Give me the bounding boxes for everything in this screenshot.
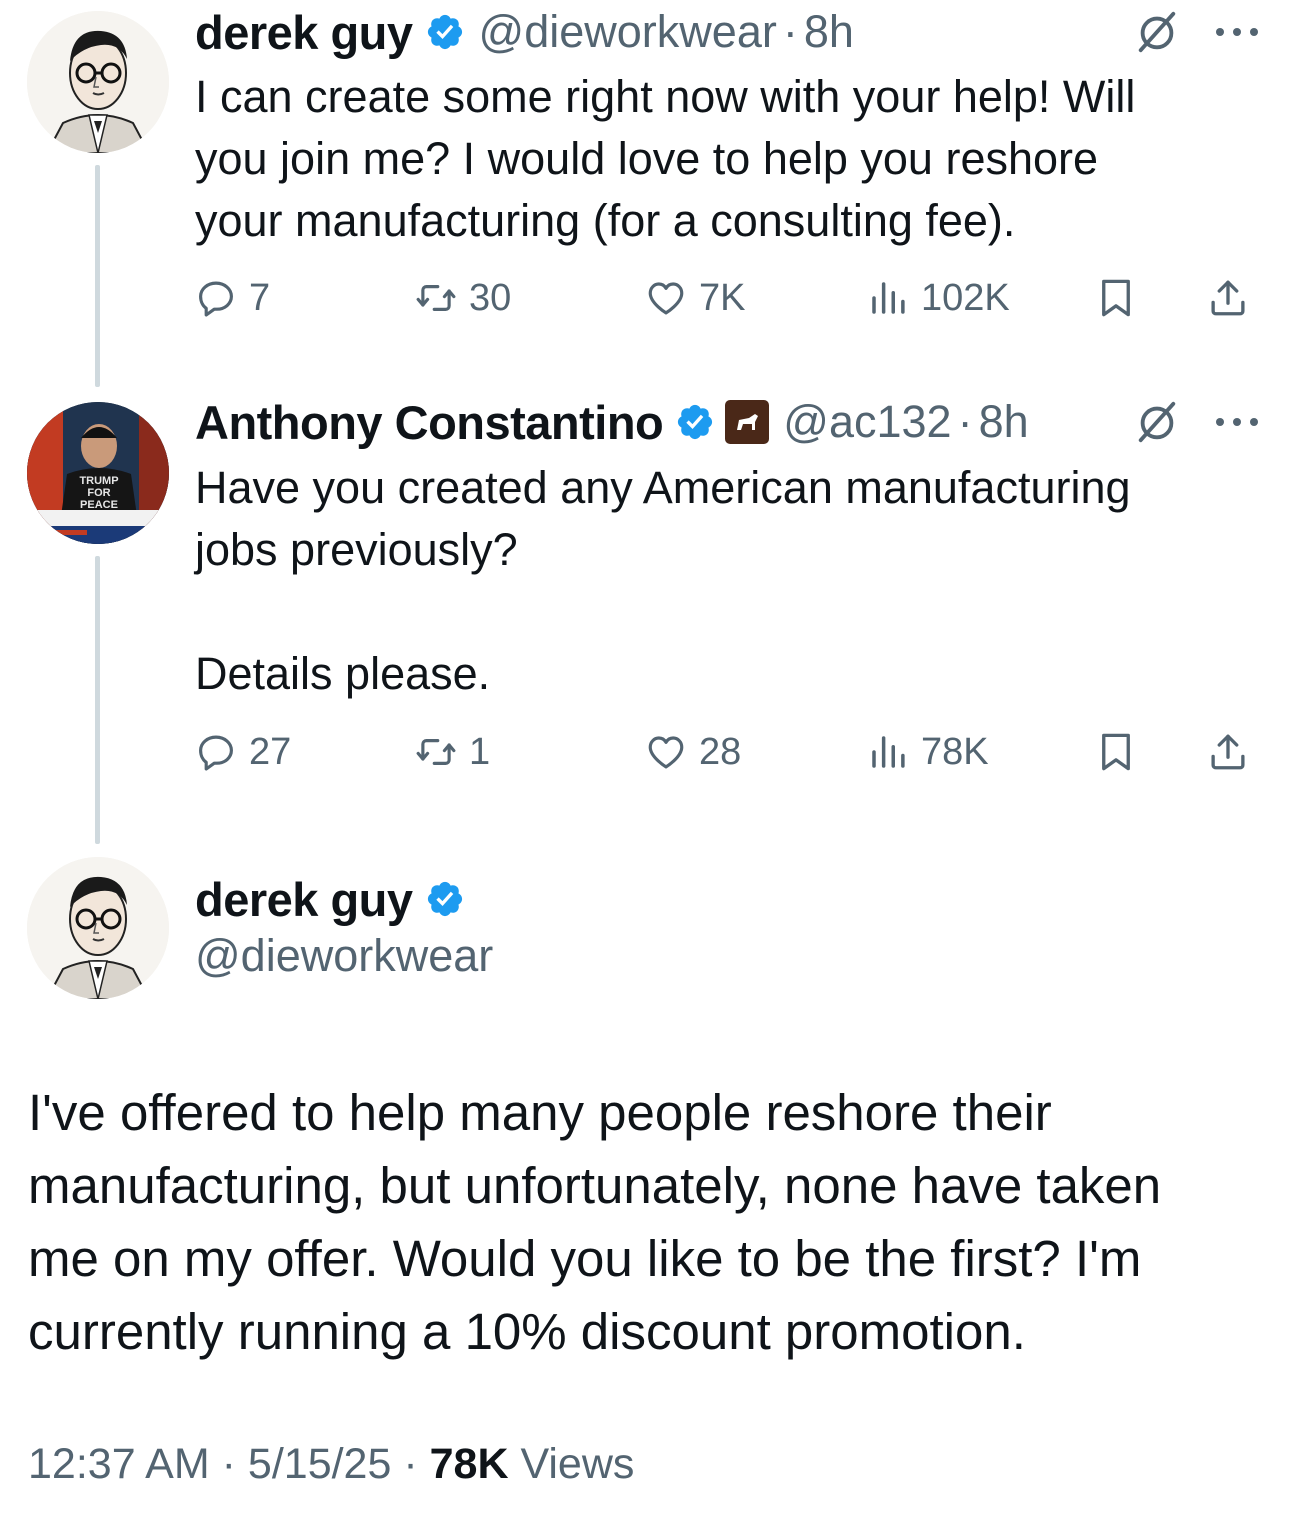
separator-dot: · <box>403 1440 418 1488</box>
verified-badge-icon <box>675 402 715 442</box>
main-tweet-text: I've offered to help many people reshore… <box>28 1084 1162 1360</box>
separator-dot: · <box>957 396 973 447</box>
author-handle[interactable]: @dieworkwear <box>479 6 777 58</box>
shirt-text: FOR <box>87 487 110 499</box>
author-handle[interactable]: @ac132 <box>783 396 951 448</box>
bar-chart-icon <box>867 277 909 319</box>
post-date[interactable]: 5/15/25 <box>248 1440 391 1488</box>
more-dots-icon[interactable] <box>1214 412 1260 432</box>
share-upload-icon <box>1207 277 1249 319</box>
bookmark-icon <box>1095 731 1137 773</box>
avatar[interactable] <box>27 11 169 153</box>
heart-icon <box>645 731 687 773</box>
repost-arrows-icon <box>415 277 457 319</box>
tweet-time[interactable]: 8h <box>804 6 854 58</box>
tweet-meta: 12:37 AM · 5/15/25 · 78K Views <box>28 1440 634 1489</box>
action-bar: 27 1 28 78K <box>195 722 1260 782</box>
tweet-header: Anthony Constantino @ac132 · 8h <box>195 392 1260 452</box>
grok-icon[interactable] <box>1134 399 1180 445</box>
grok-icon[interactable] <box>1134 9 1180 55</box>
avatar[interactable]: TRUMP FOR PEACE <box>27 402 169 544</box>
bookmark-button[interactable] <box>1095 722 1149 782</box>
like-count: 7K <box>699 276 746 319</box>
repost-count: 1 <box>469 730 491 773</box>
author-name[interactable]: derek guy <box>195 5 413 60</box>
views-button[interactable]: 78K <box>867 722 989 782</box>
shirt-text: TRUMP <box>79 475 118 487</box>
repost-arrows-icon <box>415 731 457 773</box>
author-handle[interactable]: @dieworkwear <box>195 930 493 982</box>
repost-count: 30 <box>469 276 512 319</box>
bookmark-button[interactable] <box>1095 268 1149 328</box>
thread-line <box>95 165 100 387</box>
reply-bubble-icon <box>195 277 237 319</box>
tweet-text: Have you created any American manufactur… <box>195 462 1131 699</box>
heart-icon <box>645 277 687 319</box>
affiliate-badge-icon[interactable] <box>725 400 770 444</box>
verified-badge-icon <box>425 879 465 919</box>
post-time[interactable]: 12:37 AM <box>28 1440 210 1488</box>
views-count: 102K <box>921 276 1010 319</box>
views-count: 78K <box>921 730 989 773</box>
share-button[interactable] <box>1207 722 1261 782</box>
views-label: Views <box>520 1440 635 1488</box>
views-button[interactable]: 102K <box>867 268 1010 328</box>
author-name[interactable]: derek guy <box>195 872 413 927</box>
bookmark-icon <box>1095 277 1137 319</box>
share-upload-icon <box>1207 731 1249 773</box>
repost-button[interactable]: 30 <box>415 268 511 328</box>
avatar[interactable] <box>27 857 169 999</box>
thread-line <box>95 556 100 844</box>
verified-badge-icon <box>425 12 465 52</box>
shirt-text: PEACE <box>80 499 118 511</box>
reply-bubble-icon <box>195 731 237 773</box>
reply-count: 7 <box>249 276 271 319</box>
repost-button[interactable]: 1 <box>415 722 490 782</box>
action-bar: 7 30 7K 102K <box>195 268 1260 328</box>
reply-button[interactable]: 7 <box>195 268 270 328</box>
like-button[interactable]: 28 <box>645 722 741 782</box>
author-name[interactable]: Anthony Constantino <box>195 395 664 450</box>
more-dots-icon[interactable] <box>1214 22 1260 42</box>
bar-chart-icon <box>867 731 909 773</box>
separator-dot: · <box>221 1440 236 1488</box>
tweet-header: derek guy @dieworkwear · 8h <box>195 2 1260 62</box>
reply-button[interactable]: 27 <box>195 722 291 782</box>
like-count: 28 <box>699 730 742 773</box>
share-button[interactable] <box>1207 268 1261 328</box>
separator-dot: · <box>782 6 798 57</box>
tweet-text: I can create some right now with your he… <box>195 71 1136 246</box>
like-button[interactable]: 7K <box>645 268 745 328</box>
views-count: 78K <box>429 1440 509 1488</box>
reply-count: 27 <box>249 730 292 773</box>
main-author-row: derek guy <box>195 868 465 930</box>
tweet-time[interactable]: 8h <box>979 396 1029 448</box>
